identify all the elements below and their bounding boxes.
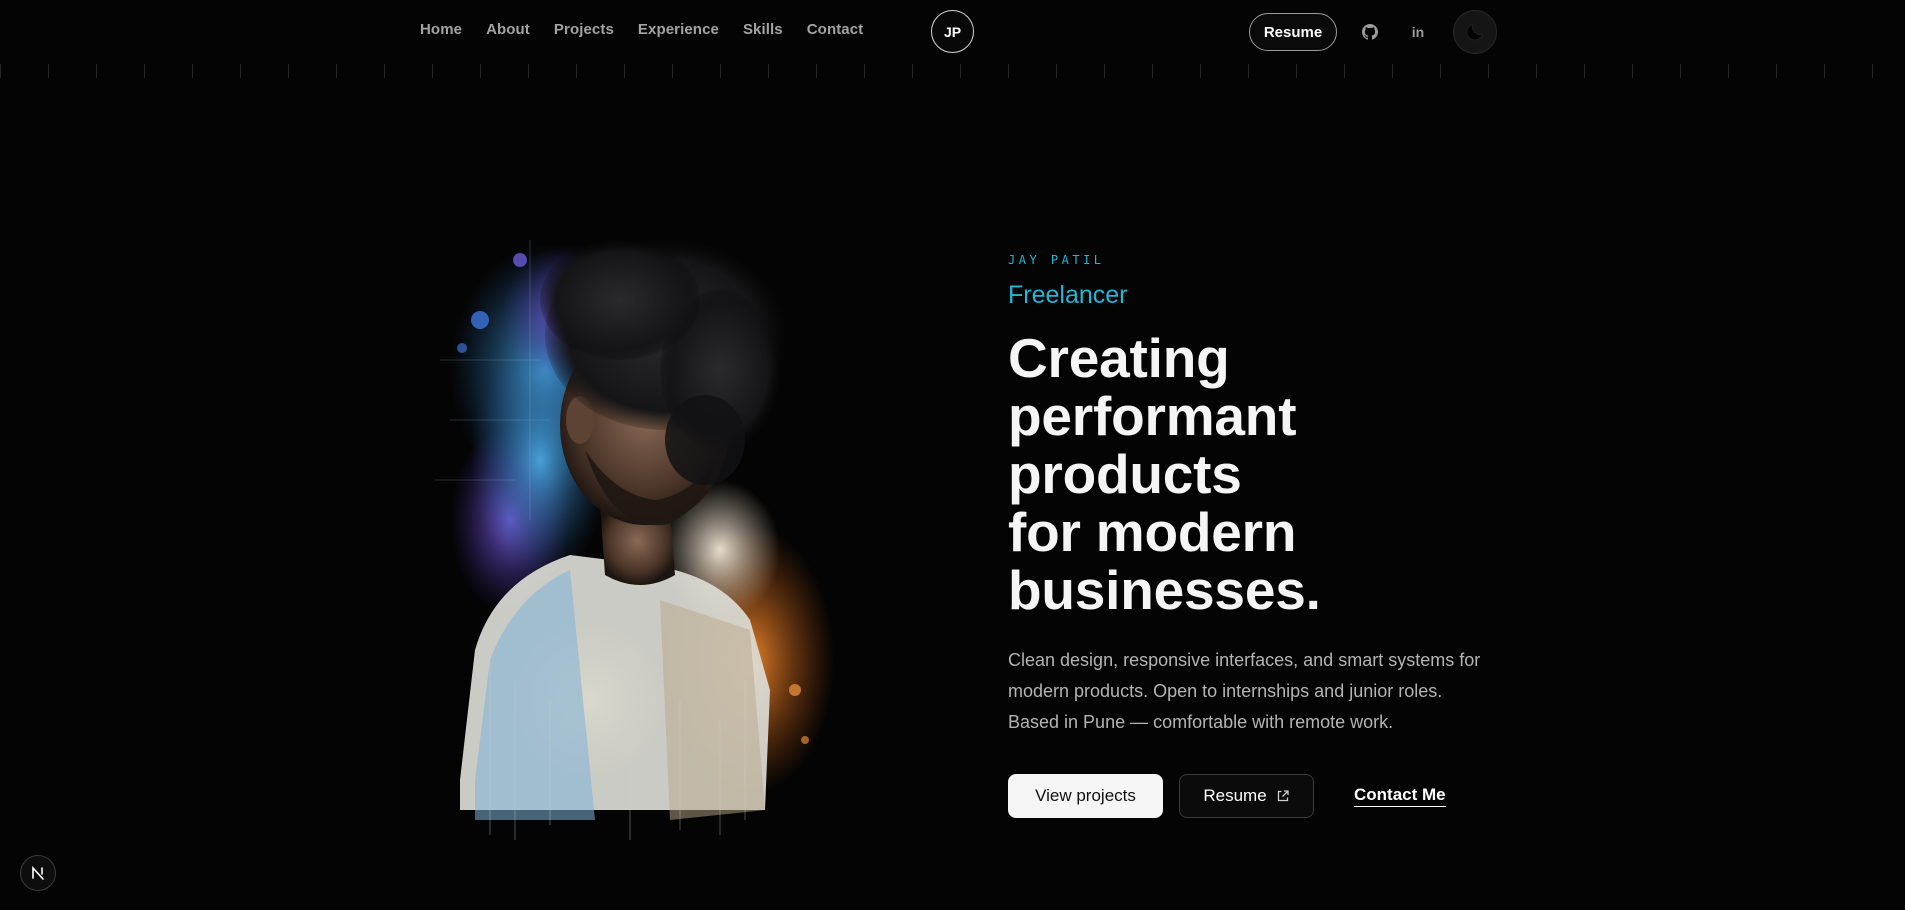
- hero-role: Freelancer: [1008, 281, 1128, 309]
- hero-eyebrow-name: JAY PATIL: [1008, 253, 1105, 267]
- nav-links: Home About Projects Experience Skills Co…: [420, 21, 863, 38]
- description-line: Based in Pune — comfortable with remote …: [1008, 712, 1394, 732]
- theme-toggle-button[interactable]: [1453, 10, 1497, 54]
- moon-icon: [1466, 23, 1484, 41]
- external-link-icon: [1277, 790, 1289, 802]
- headline-line: businesses.: [1008, 559, 1321, 621]
- github-icon[interactable]: [1358, 20, 1382, 44]
- description-line: Clean design, responsive interfaces, and…: [1008, 650, 1481, 670]
- nav-link-contact[interactable]: Contact: [807, 21, 864, 38]
- headline-line: for modern: [1008, 501, 1297, 563]
- headline-line: Creating: [1008, 327, 1230, 389]
- linkedin-icon[interactable]: in: [1406, 20, 1430, 44]
- top-navigation: Home About Projects Experience Skills Co…: [0, 0, 1905, 64]
- headline-line: performant: [1008, 385, 1297, 447]
- nav-link-projects[interactable]: Projects: [554, 21, 614, 38]
- nav-resume-button[interactable]: Resume: [1249, 13, 1337, 51]
- portrait-artwork: [420, 220, 850, 840]
- view-projects-button[interactable]: View projects: [1008, 774, 1163, 818]
- resume-button[interactable]: Resume: [1179, 774, 1314, 818]
- resume-label: Resume: [1203, 786, 1267, 805]
- next-logo-icon: [32, 865, 44, 880]
- view-projects-label: View projects: [1035, 786, 1136, 805]
- headline-line: products: [1008, 443, 1242, 505]
- nav-link-home[interactable]: Home: [420, 21, 462, 38]
- hero-description: Clean design, responsive interfaces, and…: [1008, 645, 1508, 738]
- nav-link-skills[interactable]: Skills: [743, 21, 783, 38]
- next-dev-badge[interactable]: [20, 855, 56, 891]
- nav-link-about[interactable]: About: [486, 21, 530, 38]
- description-line: modern products. Open to internships and…: [1008, 681, 1443, 701]
- contact-me-link[interactable]: Contact Me: [1354, 785, 1446, 807]
- site-logo[interactable]: JP: [931, 10, 974, 53]
- nav-link-experience[interactable]: Experience: [638, 21, 719, 38]
- ruler-divider: [0, 64, 1905, 78]
- hero-headline: Creating performant products for modern …: [1008, 329, 1428, 619]
